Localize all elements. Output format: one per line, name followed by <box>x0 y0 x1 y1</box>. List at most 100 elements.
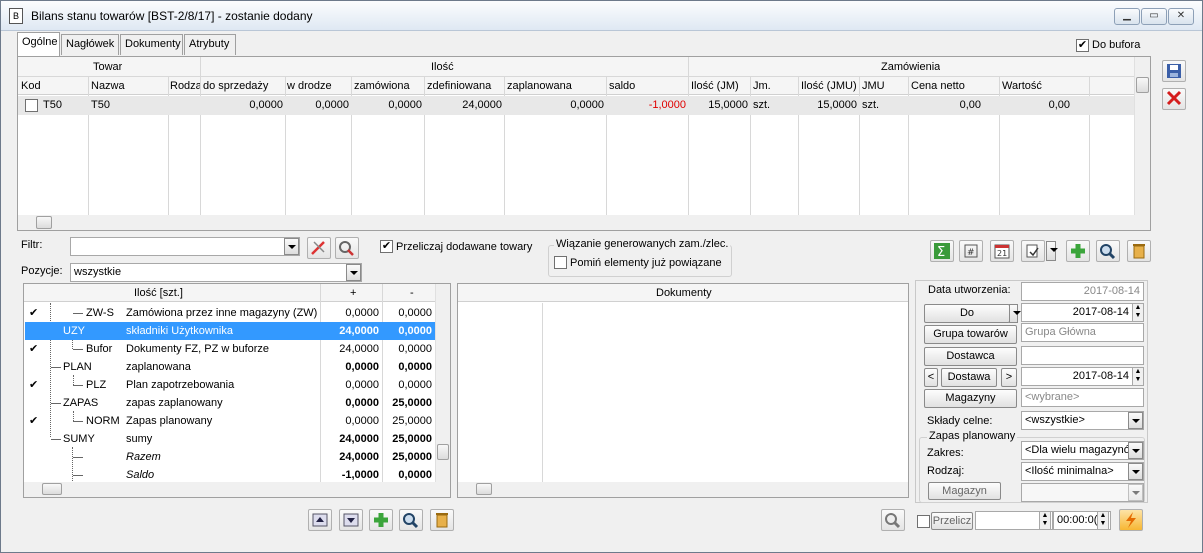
col-nazwa[interactable]: Nazwa <box>91 80 166 92</box>
rodzaj-dropdown[interactable] <box>1128 463 1143 480</box>
maximize-button[interactable]: ▭ <box>1141 8 1167 25</box>
sort-icon[interactable]: # <box>959 240 983 262</box>
grid-hscroll[interactable] <box>18 215 1150 230</box>
delete-row-icon[interactable] <box>430 509 454 531</box>
date-spinner[interactable]: ▲ ▼ <box>1039 511 1051 530</box>
tree-row[interactable]: SUMY sumy 24,0000 25,0000 <box>25 430 444 448</box>
tree-row[interactable]: ✔ NORM Zapas planowany 0,0000 25,0000 <box>25 411 444 430</box>
col-jm[interactable]: Jm. <box>753 80 798 92</box>
filter-builder-icon[interactable] <box>335 237 359 259</box>
col-do-sprzedazy[interactable]: do sprzedaży <box>203 80 283 92</box>
przeliczaj-checkbox[interactable]: ✔ <box>380 240 393 253</box>
tree-vscroll[interactable] <box>435 284 450 482</box>
col-ilosc-jm[interactable]: Ilość (JM) <box>691 80 751 92</box>
col-w-drodze[interactable]: w drodze <box>287 80 347 92</box>
magazyny-button[interactable]: Magazyny <box>924 389 1017 408</box>
hscroll-thumb[interactable] <box>36 216 52 229</box>
tree-hscroll[interactable] <box>24 482 450 497</box>
pozycje-dropdown[interactable] <box>346 264 361 281</box>
sklady-select[interactable]: <wszystkie> <box>1021 411 1144 430</box>
hscroll-thumb[interactable] <box>42 483 62 495</box>
tree-row-selected[interactable]: UZY składniki Użytkownika 24,0000 0,0000 <box>25 322 444 340</box>
do-dropdown[interactable] <box>1009 304 1021 323</box>
grid-vscroll[interactable] <box>1134 57 1150 216</box>
tab-atrybuty[interactable]: Atrybuty <box>184 34 236 55</box>
add-row-icon[interactable] <box>369 509 393 531</box>
calendar-icon[interactable]: 21 <box>990 240 1014 262</box>
vscroll-thumb[interactable] <box>437 444 449 460</box>
col-rodzaj[interactable]: Rodza <box>170 80 200 92</box>
tree-row[interactable]: PLAN zaplanowana 0,0000 0,0000 <box>25 358 444 376</box>
row-checkbox[interactable] <box>25 99 38 112</box>
move-down-icon[interactable] <box>339 509 363 531</box>
przelicz-button[interactable]: Przelicz <box>931 512 973 530</box>
next-dostawa-button[interactable]: > <box>1001 368 1017 387</box>
preview-icon[interactable] <box>399 509 423 531</box>
table-row[interactable]: T50 T50 0,0000 0,0000 0,0000 24,0000 0,0… <box>18 96 1134 115</box>
delete-icon[interactable] <box>1127 240 1151 262</box>
col-zamowiona[interactable]: zamówiona <box>354 80 420 92</box>
magazyn-button[interactable]: Magazyn <box>928 482 1001 500</box>
dostawa-button[interactable]: Dostawa <box>941 368 997 387</box>
tab-naglowek[interactable]: Nagłówek <box>61 34 119 55</box>
dostawa-date-field[interactable]: 2017-08-14 <box>1021 367 1133 386</box>
tree-row-check[interactable]: ✔ <box>29 378 38 391</box>
rodzaj-select[interactable]: <Ilość minimalna> <box>1021 462 1144 481</box>
filtr-input[interactable] <box>70 237 300 256</box>
tree-row[interactable]: Razem 24,0000 25,0000 <box>25 448 444 466</box>
close-button[interactable]: ✕ <box>1168 8 1194 25</box>
cancel-icon[interactable] <box>1162 88 1186 110</box>
zakres-select[interactable]: <Dla wielu magazynó <box>1021 441 1144 460</box>
tree-row[interactable]: ZAPAS zapas zaplanowany 0,0000 25,0000 <box>25 394 444 412</box>
tree-col-minus[interactable]: - <box>410 287 414 299</box>
tab-dokumenty[interactable]: Dokumenty <box>120 34 183 55</box>
tree-row-check[interactable]: ✔ <box>29 342 38 355</box>
tree-col-ilosc[interactable]: Ilość [szt.] <box>134 287 183 299</box>
col-zdefiniowana[interactable]: zdefiniowana <box>427 80 507 92</box>
sklady-dropdown[interactable] <box>1128 412 1143 429</box>
prev-dostawa-button[interactable]: < <box>924 368 938 387</box>
pozycje-select[interactable]: wszystkie <box>70 263 362 282</box>
do-bufora-checkbox[interactable]: ✔ <box>1076 39 1089 52</box>
grupa-towarow-button[interactable]: Grupa towarów <box>924 325 1017 344</box>
document-preview-icon[interactable] <box>881 509 905 531</box>
col-zaplanowana[interactable]: zaplanowana <box>507 80 597 92</box>
pomin-checkbox[interactable] <box>554 256 567 269</box>
tab-ogolne[interactable]: Ogólne <box>17 32 60 56</box>
tree-row-check[interactable]: ✔ <box>29 414 38 427</box>
hscroll-thumb[interactable] <box>476 483 492 495</box>
dokumenty-hscroll[interactable] <box>458 482 908 497</box>
tree-row[interactable]: ✔ Bufor Dokumenty FZ, PZ w buforze 24,00… <box>25 340 444 358</box>
time-spinner[interactable]: ▲ ▼ <box>1097 511 1109 530</box>
col-kod[interactable]: Kod <box>21 80 81 92</box>
przelicz-checkbox[interactable] <box>917 515 930 528</box>
col-jmu[interactable]: JMU <box>862 80 907 92</box>
do-date-field[interactable]: 2017-08-14 <box>1021 303 1133 322</box>
zakres-dropdown[interactable] <box>1128 442 1143 459</box>
tree-col-plus[interactable]: + <box>350 287 356 299</box>
tree-row[interactable]: ✔ PLZ Plan zapotrzebowania 0,0000 0,0000 <box>25 375 444 394</box>
vscroll-thumb[interactable] <box>1136 77 1149 93</box>
do-button[interactable]: Do <box>924 304 1010 323</box>
tree-row[interactable]: Saldo -1,0000 0,0000 <box>25 466 444 482</box>
lightning-icon[interactable] <box>1119 509 1143 531</box>
search-icon[interactable] <box>1096 240 1120 262</box>
clear-filter-icon[interactable] <box>307 237 331 259</box>
col-wartosc[interactable]: Wartość <box>1002 80 1082 92</box>
col-cena-netto[interactable]: Cena netto <box>911 80 991 92</box>
dostawca-button[interactable]: Dostawca <box>924 347 1017 366</box>
tree-row-check[interactable]: ✔ <box>29 306 38 319</box>
export-icon[interactable] <box>1021 240 1045 262</box>
filtr-dropdown[interactable] <box>284 238 299 255</box>
sum-icon[interactable]: Σ <box>930 240 954 262</box>
move-up-icon[interactable] <box>308 509 332 531</box>
add-icon[interactable] <box>1066 240 1090 262</box>
minimize-button[interactable]: ▁ <box>1114 8 1140 25</box>
col-saldo[interactable]: saldo <box>609 80 689 92</box>
col-ilosc-jmu[interactable]: Ilość (JMU) <box>801 80 861 92</box>
do-spinner[interactable]: ▲ ▼ <box>1132 303 1144 322</box>
dostawa-spinner[interactable]: ▲ ▼ <box>1132 367 1144 386</box>
save-icon[interactable] <box>1162 60 1186 82</box>
tree-row[interactable]: ✔ ZW-S Zamówiona przez inne magazyny (ZW… <box>25 304 444 322</box>
export-dropdown[interactable] <box>1046 241 1058 261</box>
